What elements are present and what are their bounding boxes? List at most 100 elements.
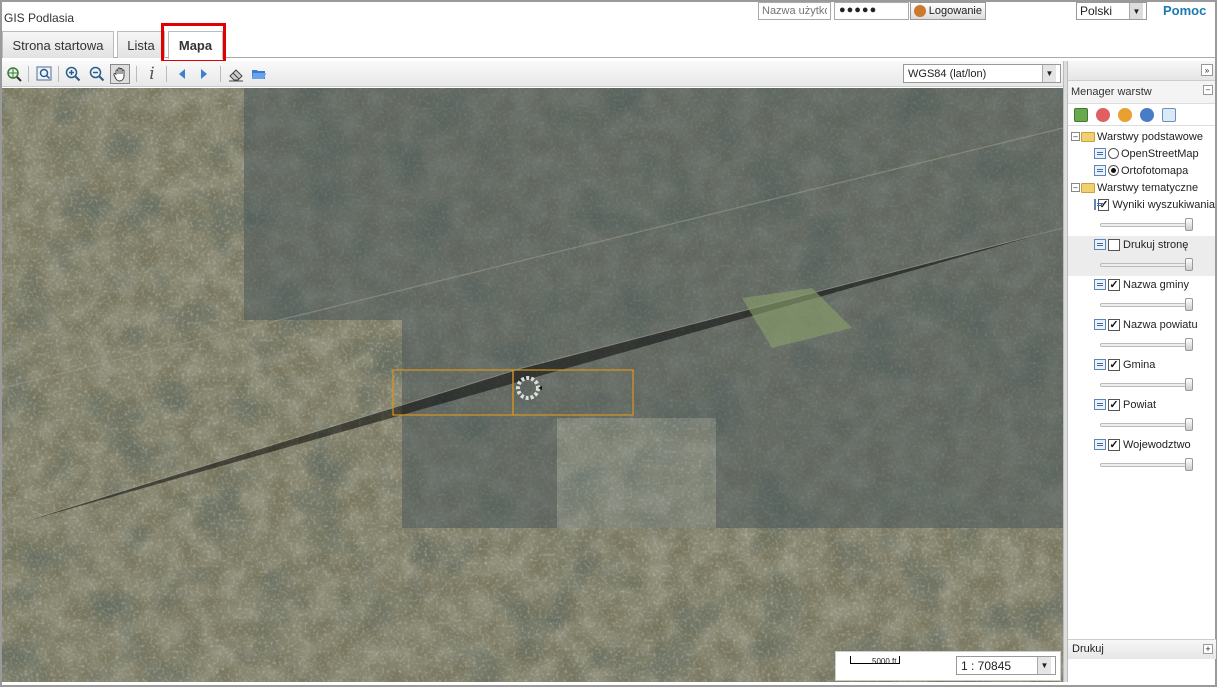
- zoom-out-icon[interactable]: [87, 64, 107, 84]
- projection-select[interactable]: WGS84 (lat/lon) ▼: [903, 64, 1061, 83]
- language-value: Polski: [1080, 4, 1113, 18]
- checkbox-nazwa-powiatu[interactable]: ✓: [1108, 318, 1120, 331]
- layer-wojewodztwo[interactable]: ✓ Wojewodztwo: [1068, 436, 1215, 453]
- tab-start[interactable]: Strona startowa: [2, 31, 114, 58]
- checkbox-powiat[interactable]: ✓: [1108, 398, 1120, 411]
- layer-powiat[interactable]: ✓ Powiat: [1068, 396, 1215, 413]
- app-title: GIS Podlasia: [4, 11, 75, 25]
- layer-label: Gmina: [1123, 358, 1156, 371]
- projection-value: WGS84 (lat/lon): [908, 67, 987, 80]
- collapse-node-icon[interactable]: –: [1071, 132, 1080, 141]
- layer-icon: [1094, 439, 1106, 450]
- scale-bar-label: 5000 ft: [872, 657, 897, 666]
- opacity-slider[interactable]: [1068, 293, 1215, 316]
- collapse-node-icon[interactable]: –: [1071, 183, 1080, 192]
- chevron-down-icon: ▼: [1037, 657, 1051, 674]
- chevron-down-icon: ▼: [1042, 65, 1056, 82]
- layer-icon: [1094, 165, 1106, 176]
- zoom-extent-icon[interactable]: [4, 64, 24, 84]
- layer-properties-icon[interactable]: [1162, 107, 1176, 122]
- layer-label: Nazwa gminy: [1123, 278, 1190, 291]
- password-input[interactable]: ●●●●●: [834, 2, 909, 20]
- tab-map[interactable]: Mapa: [168, 31, 223, 59]
- layer-info-icon[interactable]: [1140, 107, 1154, 122]
- group-label: Warstwy tematyczne: [1097, 181, 1199, 194]
- tab-bar: Strona startowa Lista Mapa: [2, 31, 1215, 59]
- map-viewport[interactable]: 5000 ft 1 : 70845 ▼: [2, 88, 1063, 682]
- forward-arrow-icon[interactable]: [194, 64, 214, 84]
- tab-list[interactable]: Lista: [117, 31, 165, 58]
- remove-layer-icon[interactable]: [1096, 107, 1110, 122]
- expand-icon[interactable]: +: [1203, 644, 1213, 654]
- zoom-box-icon[interactable]: [34, 64, 54, 84]
- layer-openstreetmap[interactable]: OpenStreetMap: [1068, 145, 1215, 162]
- layer-label: Ortofotomapa: [1121, 164, 1189, 177]
- user-icon: [914, 5, 926, 17]
- style-layer-icon[interactable]: [1118, 107, 1132, 122]
- minimize-icon[interactable]: –: [1203, 85, 1213, 95]
- login-button-label: Logowanie: [928, 5, 982, 17]
- info-icon[interactable]: i: [142, 64, 162, 84]
- scale-panel: 5000 ft 1 : 70845 ▼: [835, 651, 1061, 681]
- panel-header-bar: »: [1068, 61, 1215, 81]
- checkbox-wyniki[interactable]: ✓: [1098, 198, 1110, 211]
- layer-panel: » Menager warstw – – Warstwy podstawowe Op…: [1067, 61, 1216, 682]
- layer-ortofotomapa[interactable]: Ortofotomapa: [1068, 162, 1215, 179]
- open-folder-icon[interactable]: [249, 64, 269, 84]
- layer-icon: [1094, 279, 1106, 290]
- pan-hand-icon[interactable]: [110, 64, 130, 84]
- layer-item: ✓ Nazwa gminy: [1068, 276, 1215, 316]
- layer-tools: [1068, 104, 1215, 126]
- checkbox-nazwa-gminy[interactable]: ✓: [1108, 278, 1120, 291]
- opacity-slider[interactable]: [1068, 453, 1215, 476]
- scale-select[interactable]: 1 : 70845 ▼: [956, 656, 1056, 675]
- eraser-icon[interactable]: [226, 64, 246, 84]
- layer-icon: [1094, 199, 1104, 210]
- login-button[interactable]: Logowanie: [910, 2, 986, 20]
- back-arrow-icon[interactable]: [172, 64, 192, 84]
- layer-item: ✓ Wojewodztwo: [1068, 436, 1215, 476]
- group-base-layers[interactable]: – Warstwy podstawowe: [1068, 128, 1215, 145]
- chevron-down-icon: ▼: [1129, 3, 1143, 19]
- checkbox-gmina[interactable]: ✓: [1108, 358, 1120, 371]
- layer-icon: [1094, 399, 1106, 410]
- layer-icon: [1094, 359, 1106, 370]
- zoom-in-icon[interactable]: [63, 64, 83, 84]
- layer-gmina[interactable]: ✓ Gmina: [1068, 356, 1215, 373]
- layer-label: Powiat: [1123, 398, 1157, 411]
- checkbox-wojewodztwo[interactable]: ✓: [1108, 438, 1120, 451]
- layer-nazwa-powiatu[interactable]: ✓ Nazwa powiatu: [1068, 316, 1215, 333]
- language-select[interactable]: Polski ▼: [1076, 2, 1147, 20]
- radio-openstreetmap[interactable]: [1108, 148, 1119, 159]
- group-thematic-layers[interactable]: – Warstwy tematyczne: [1068, 179, 1215, 196]
- layer-drukuj[interactable]: Drukuj stronę: [1068, 236, 1215, 253]
- radio-ortofotomapa[interactable]: [1108, 165, 1119, 176]
- layer-item: ✓ Nazwa powiatu: [1068, 316, 1215, 356]
- opacity-slider[interactable]: [1068, 333, 1215, 356]
- username-input[interactable]: [758, 2, 831, 20]
- layer-item: ✓ Powiat: [1068, 396, 1215, 436]
- group-label: Warstwy podstawowe: [1097, 130, 1203, 143]
- layer-label: Nazwa powiatu: [1123, 318, 1198, 331]
- layer-item: ✓ Wyniki wyszukiwania: [1068, 196, 1215, 236]
- print-section-label: Drukuj: [1072, 643, 1104, 655]
- add-layer-icon[interactable]: [1074, 107, 1088, 122]
- scale-value: 1 : 70845: [961, 658, 1012, 673]
- layer-nazwa-gminy[interactable]: ✓ Nazwa gminy: [1068, 276, 1215, 293]
- layer-icon: [1094, 319, 1106, 330]
- opacity-slider[interactable]: [1068, 373, 1215, 396]
- layer-wyniki[interactable]: ✓ Wyniki wyszukiwania: [1068, 196, 1215, 213]
- opacity-slider[interactable]: [1068, 413, 1215, 436]
- checkbox-drukuj[interactable]: [1108, 238, 1120, 251]
- help-link[interactable]: Pomoc: [1163, 3, 1206, 18]
- layer-label: Wyniki wyszukiwania: [1112, 198, 1215, 211]
- map-toolbar: i WGS84 (lat/lon) ▼: [2, 61, 1063, 87]
- layer-manager-title-text: Menager warstw: [1071, 86, 1152, 98]
- layer-icon: [1094, 239, 1106, 250]
- opacity-slider[interactable]: [1068, 253, 1215, 276]
- collapse-icon[interactable]: »: [1201, 64, 1213, 76]
- print-section-header[interactable]: Drukuj +: [1068, 639, 1216, 659]
- layer-label: Wojewodztwo: [1123, 438, 1191, 451]
- layer-item: ✓ Gmina: [1068, 356, 1215, 396]
- opacity-slider[interactable]: [1068, 213, 1215, 236]
